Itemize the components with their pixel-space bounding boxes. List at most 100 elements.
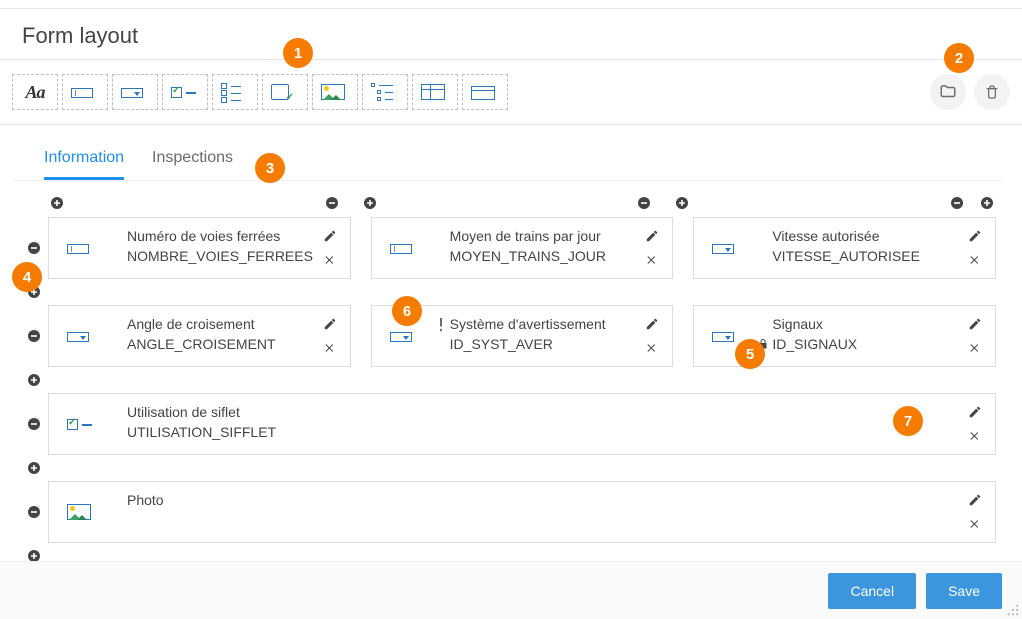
field-label: Signaux [772,316,967,332]
layout-row: Numéro de voies ferrées NOMBRE_VOIES_FERR… [20,217,996,279]
remove-column-button[interactable] [635,194,653,212]
edit-field-button[interactable] [322,228,338,244]
remove-row-button[interactable] [25,503,43,521]
checkbox-field-tool[interactable] [162,74,208,110]
image-field-icon [319,82,351,102]
field-name: UTILISATION_SIFFLET [127,424,967,440]
field-label: Photo [127,492,967,508]
save-button[interactable]: Save [926,573,1002,609]
text-field-icon [388,238,420,258]
field-name: MOYEN_TRAINS_JOUR [450,248,645,264]
designer-scroll[interactable]: Information Inspections Numéro de voies f… [0,127,1016,561]
add-row-button[interactable] [25,371,43,389]
form-layout-dialog: Form layout Aa Information Inspections Nu… [0,0,1022,619]
tab-inspections[interactable]: Inspections [152,149,233,180]
select-field-icon [710,326,742,346]
remove-row-button[interactable] [25,239,43,257]
remove-field-button[interactable] [967,252,983,268]
edit-field-button[interactable] [967,404,983,420]
select-field-icon [710,238,742,258]
layout-row: Angle de croisement ANGLE_CROISEMENT Systè… [20,305,996,367]
table-field-tool[interactable] [412,74,458,110]
field-card[interactable]: Photo [48,481,996,543]
remove-field-button[interactable] [322,252,338,268]
remove-column-button[interactable] [323,194,341,212]
select-field-icon [65,326,97,346]
select-field-icon [119,82,151,102]
resize-grip-icon[interactable] [1006,603,1020,617]
date-field-icon [269,82,301,102]
field-name: ID_SIGNAUX [772,336,967,352]
field-label: Utilisation de siflet [127,404,967,420]
remove-column-button[interactable] [948,194,966,212]
checklist-field-tool[interactable] [212,74,258,110]
image-field-icon [65,502,97,522]
remove-row-button[interactable] [25,415,43,433]
field-label: Angle de croisement [127,316,322,332]
field-card[interactable]: Vitesse autorisée VITESSE_AUTORISEE [693,217,996,279]
field-name: ANGLE_CROISEMENT [127,336,322,352]
edit-field-button[interactable] [644,316,660,332]
label-field-tool[interactable]: Aa [12,74,58,110]
text-field-icon [65,238,97,258]
remove-field-button[interactable] [644,340,660,356]
edit-field-button[interactable] [644,228,660,244]
add-column-button[interactable] [361,194,379,212]
remove-row-button[interactable] [25,327,43,345]
field-card[interactable]: Moyen de trains par jour MOYEN_TRAINS_JOU… [371,217,674,279]
edit-field-button[interactable] [967,228,983,244]
date-field-tool[interactable] [262,74,308,110]
field-label: Système d'avertissement [450,316,645,332]
field-card[interactable]: Angle de croisement ANGLE_CROISEMENT [48,305,351,367]
add-column-button[interactable] [48,194,66,212]
field-card[interactable]: Système d'avertissement ID_SYST_AVER [371,305,674,367]
select-field-tool[interactable] [112,74,158,110]
field-card[interactable]: Numéro de voies ferrées NOMBRE_VOIES_FERR… [48,217,351,279]
layout-grid: Numéro de voies ferrées NOMBRE_VOIES_FERR… [12,181,1004,561]
edit-field-button[interactable] [967,316,983,332]
field-name: ID_SYST_AVER [450,336,645,352]
remove-field-button[interactable] [967,340,983,356]
field-name: VITESSE_AUTORISEE [772,248,967,264]
add-column-button[interactable] [673,194,691,212]
field-label: Moyen de trains par jour [450,228,645,244]
aa-field-icon: Aa [19,82,51,102]
text-field-icon [69,82,101,102]
edit-field-button[interactable] [967,492,983,508]
table-field-icon [419,82,451,102]
field-name: NOMBRE_VOIES_FERREES [127,248,322,264]
text-field-tool[interactable] [62,74,108,110]
toolbox: Aa [0,60,1022,125]
image-field-tool[interactable] [312,74,358,110]
select-field-icon [388,326,420,346]
cancel-button[interactable]: Cancel [828,573,916,609]
tree-field-tool[interactable] [362,74,408,110]
add-row-button[interactable] [25,283,43,301]
add-row-button[interactable] [25,459,43,477]
tab-information[interactable]: Information [44,149,124,180]
add-column-button[interactable] [978,194,996,212]
field-card[interactable]: Utilisation de siflet UTILISATION_SIFFLET [48,393,996,455]
layout-row: Utilisation de siflet UTILISATION_SIFFLET [20,393,996,455]
dialog-title: Form layout [0,9,1022,59]
panel-field-icon [469,82,501,102]
remove-field-button[interactable] [322,340,338,356]
remove-field-button[interactable] [967,516,983,532]
column-handles [20,191,996,215]
add-row-button[interactable] [25,547,43,561]
open-folder-button[interactable] [930,74,966,110]
field-card[interactable]: Signaux ID_SIGNAUX [693,305,996,367]
lock-icon [757,338,769,350]
folder-icon [939,83,957,101]
delete-button[interactable] [974,74,1010,110]
edit-field-button[interactable] [322,316,338,332]
remove-field-button[interactable] [967,428,983,444]
tree-field-icon [369,82,401,102]
field-label: Vitesse autorisée [772,228,967,244]
field-label: Numéro de voies ferrées [127,228,322,244]
checklist-field-icon [219,82,251,102]
layout-row: Photo [20,481,996,543]
check-field-icon [65,414,97,434]
panel-field-tool[interactable] [462,74,508,110]
remove-field-button[interactable] [644,252,660,268]
